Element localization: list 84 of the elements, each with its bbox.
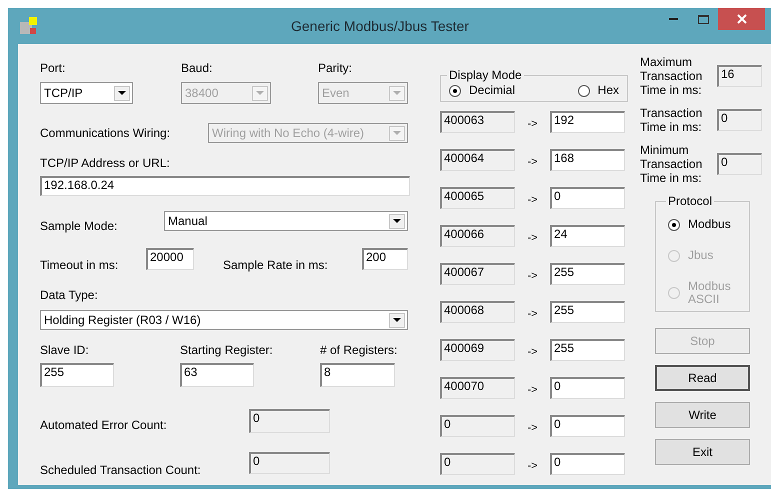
- arrow-label: ->: [526, 192, 539, 208]
- readout-field: 16: [717, 65, 762, 87]
- arrow-label: ->: [526, 154, 539, 170]
- input-field[interactable]: 63: [180, 363, 254, 387]
- readout-field: 400067: [440, 263, 515, 285]
- readout-field: 0: [249, 409, 330, 433]
- field-label: Scheduled Transaction Count:: [40, 463, 202, 477]
- field-label: Data Type:: [40, 288, 99, 302]
- readout-field: 0: [717, 153, 762, 175]
- field-label: Timeout in ms:: [40, 258, 120, 272]
- input-field[interactable]: 255: [40, 363, 114, 387]
- caret-icon: [389, 126, 405, 140]
- field-label: Port:: [40, 61, 66, 75]
- readout-field: 0: [440, 415, 515, 437]
- arrow-label: ->: [526, 382, 539, 398]
- field-label: Communications Wiring:: [40, 126, 172, 140]
- input-field[interactable]: 24: [550, 225, 625, 247]
- field-label: Sample Rate in ms:: [223, 258, 329, 272]
- input-field[interactable]: 0: [550, 377, 625, 399]
- action-button[interactable]: Read: [655, 365, 750, 391]
- field-label: Automated Error Count:: [40, 418, 168, 432]
- group-title: Protocol: [667, 193, 714, 210]
- input-field[interactable]: 20000: [146, 248, 194, 270]
- input-field[interactable]: 255: [550, 263, 625, 285]
- timing-label: Maximum Transaction Time in ms:: [640, 55, 704, 97]
- caret-icon: [252, 86, 268, 100]
- input-field[interactable]: 0: [550, 415, 625, 437]
- field-label: Sample Mode:: [40, 219, 118, 233]
- caret-icon: [389, 312, 405, 328]
- radio-button[interactable]: [668, 218, 680, 230]
- radio-label: Decimial: [469, 84, 516, 97]
- arrow-label: ->: [526, 306, 539, 322]
- timing-label: Transaction Time in ms:: [640, 106, 704, 134]
- readout-field: 400068: [440, 301, 515, 323]
- input-field[interactable]: 200: [362, 248, 408, 270]
- app-icon: [20, 17, 38, 35]
- arrow-label: ->: [526, 268, 539, 284]
- readout-field: 400064: [440, 149, 515, 171]
- action-button[interactable]: Write: [655, 402, 750, 428]
- dropdown[interactable]: Holding Register (R03 / W16): [40, 310, 408, 330]
- readout-field: 0: [717, 109, 762, 131]
- arrow-label: ->: [526, 420, 539, 436]
- field-label: Starting Register:: [180, 343, 274, 357]
- readout-field: 400070: [440, 377, 515, 399]
- field-label: Slave ID:: [40, 343, 90, 357]
- readout-field: 400063: [440, 111, 515, 133]
- arrow-label: ->: [526, 344, 539, 360]
- input-field[interactable]: 0: [550, 453, 625, 475]
- group-title: Display Mode: [448, 67, 523, 84]
- close-button[interactable]: [718, 8, 765, 30]
- input-field[interactable]: 192.168.0.24: [40, 176, 410, 196]
- field-label: Baud:: [181, 61, 214, 75]
- input-field[interactable]: 168: [550, 149, 625, 171]
- arrow-label: ->: [526, 230, 539, 246]
- radio-label: Modbus: [688, 218, 731, 231]
- radio-label: Modbus ASCII: [688, 280, 732, 306]
- radio-button[interactable]: [449, 84, 461, 96]
- dropdown[interactable]: Manual: [164, 211, 408, 231]
- radio-button[interactable]: [578, 84, 590, 96]
- arrow-label: ->: [526, 116, 539, 132]
- caret-icon: [389, 214, 405, 228]
- arrow-label: ->: [526, 458, 539, 474]
- field-label: TCP/IP Address or URL:: [40, 156, 171, 170]
- readout-field: 0: [249, 452, 330, 474]
- radio-label: Hex: [598, 84, 619, 97]
- input-field[interactable]: 8: [320, 363, 395, 387]
- dropdown[interactable]: TCP/IP: [40, 82, 133, 104]
- input-field[interactable]: 0: [550, 187, 625, 209]
- input-field[interactable]: 192: [550, 111, 625, 133]
- field-label: # of Registers:: [320, 343, 398, 357]
- field-label: Parity:: [318, 61, 354, 75]
- input-field[interactable]: 255: [550, 301, 625, 323]
- action-button[interactable]: Exit: [655, 439, 750, 465]
- readout-field: 400065: [440, 187, 515, 209]
- readout-field: 0: [440, 453, 515, 475]
- close-icon: [736, 14, 746, 24]
- radio-label: Jbus: [688, 249, 714, 262]
- caret-icon: [114, 86, 130, 100]
- caret-icon: [389, 86, 405, 100]
- readout-field: 400069: [440, 339, 515, 361]
- timing-label: Minimum Transaction Time in ms:: [640, 143, 704, 185]
- window-title: Generic Modbus/Jbus Tester: [291, 16, 469, 36]
- readout-field: 400066: [440, 225, 515, 247]
- input-field[interactable]: 255: [550, 339, 625, 361]
